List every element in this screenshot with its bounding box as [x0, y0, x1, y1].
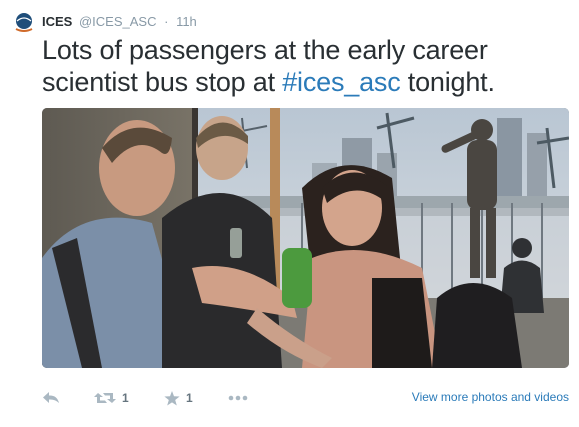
- ices-logo-icon: [13, 12, 35, 34]
- tweet-photo[interactable]: [42, 108, 569, 368]
- tweet-text: Lots of passengers at the early career s…: [42, 34, 572, 98]
- hashtag-link[interactable]: #ices_asc: [282, 67, 400, 97]
- tweet-header: ICES @ICES_ASC · 11h: [42, 14, 197, 30]
- more-button[interactable]: [228, 388, 248, 408]
- avatar[interactable]: [13, 12, 35, 34]
- retweet-count: 1: [122, 391, 129, 405]
- favorite-count: 1: [186, 391, 193, 405]
- user-handle[interactable]: @ICES_ASC: [79, 14, 157, 29]
- display-name[interactable]: ICES: [42, 14, 72, 29]
- retweet-icon: [94, 393, 116, 403]
- tweet-text-end: tonight.: [400, 67, 495, 97]
- reply-icon: [43, 392, 59, 403]
- star-icon: [164, 390, 180, 405]
- timestamp[interactable]: 11h: [176, 14, 197, 29]
- tweet-actions: 1 1 View more photos and videos: [42, 388, 569, 408]
- retweet-button[interactable]: 1: [94, 388, 129, 408]
- more-dots-icon: [228, 395, 248, 401]
- view-more-photos-link[interactable]: View more photos and videos: [412, 390, 569, 404]
- photo-scene: [42, 108, 569, 368]
- favorite-button[interactable]: 1: [164, 388, 193, 408]
- tweet: ICES @ICES_ASC · 11h Lots of passengers …: [0, 0, 579, 427]
- separator: ·: [164, 14, 169, 29]
- reply-button[interactable]: [42, 388, 60, 408]
